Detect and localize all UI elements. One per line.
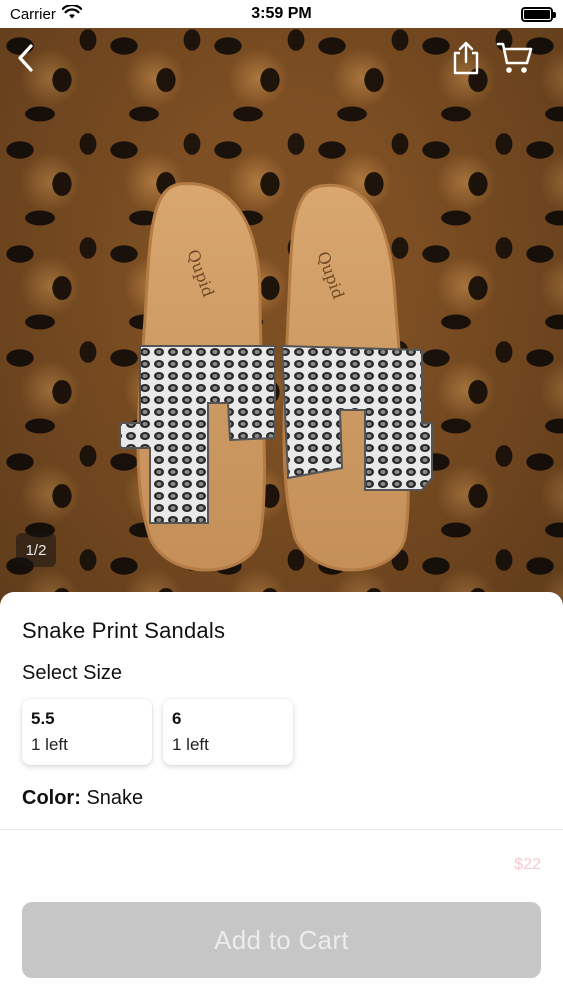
status-time: 3:59 PM xyxy=(251,5,312,22)
color-row: Color: Snake xyxy=(22,787,541,810)
chevron-left-icon xyxy=(14,43,38,78)
back-button[interactable] xyxy=(6,40,46,80)
wifi-icon xyxy=(61,3,83,24)
product-detail-screen: Carrier 3:59 PM Qupid Qupid 1/2 Snake Pr… xyxy=(0,0,563,1000)
size-options: 5.5 1 left 6 1 left xyxy=(22,699,541,765)
status-left: Carrier xyxy=(10,3,170,24)
battery-icon xyxy=(521,6,556,22)
page-indicator: 1/2 xyxy=(16,533,56,567)
product-image-gallery[interactable]: Qupid Qupid 1/2 xyxy=(0,28,563,628)
battery-level xyxy=(524,9,550,19)
color-label: Color: xyxy=(22,787,81,809)
color-value: Snake xyxy=(86,787,144,809)
purchase-footer: $22 Add to Cart xyxy=(0,830,563,1000)
status-right xyxy=(393,6,556,22)
size-stock: 1 left xyxy=(31,735,68,754)
size-option-6[interactable]: 6 1 left xyxy=(163,699,293,765)
product-details: Snake Print Sandals Select Size 5.5 1 le… xyxy=(0,592,563,832)
select-size-label: Select Size xyxy=(22,662,123,684)
product-title: Snake Print Sandals xyxy=(22,618,226,643)
sandals-photo: Qupid Qupid xyxy=(110,178,450,588)
carrier-label: Carrier xyxy=(10,5,56,23)
cart-icon xyxy=(496,41,534,80)
share-button[interactable] xyxy=(446,40,486,80)
price-label: $22 xyxy=(514,856,541,873)
add-to-cart-button[interactable]: Add to Cart xyxy=(22,902,541,978)
size-stock: 1 left xyxy=(172,735,209,754)
size-value: 6 xyxy=(172,709,182,728)
share-icon xyxy=(451,41,481,80)
size-value: 5.5 xyxy=(31,709,55,728)
cart-button[interactable] xyxy=(495,40,535,80)
status-bar: Carrier 3:59 PM xyxy=(0,0,563,28)
size-option-5-5[interactable]: 5.5 1 left xyxy=(22,699,152,765)
